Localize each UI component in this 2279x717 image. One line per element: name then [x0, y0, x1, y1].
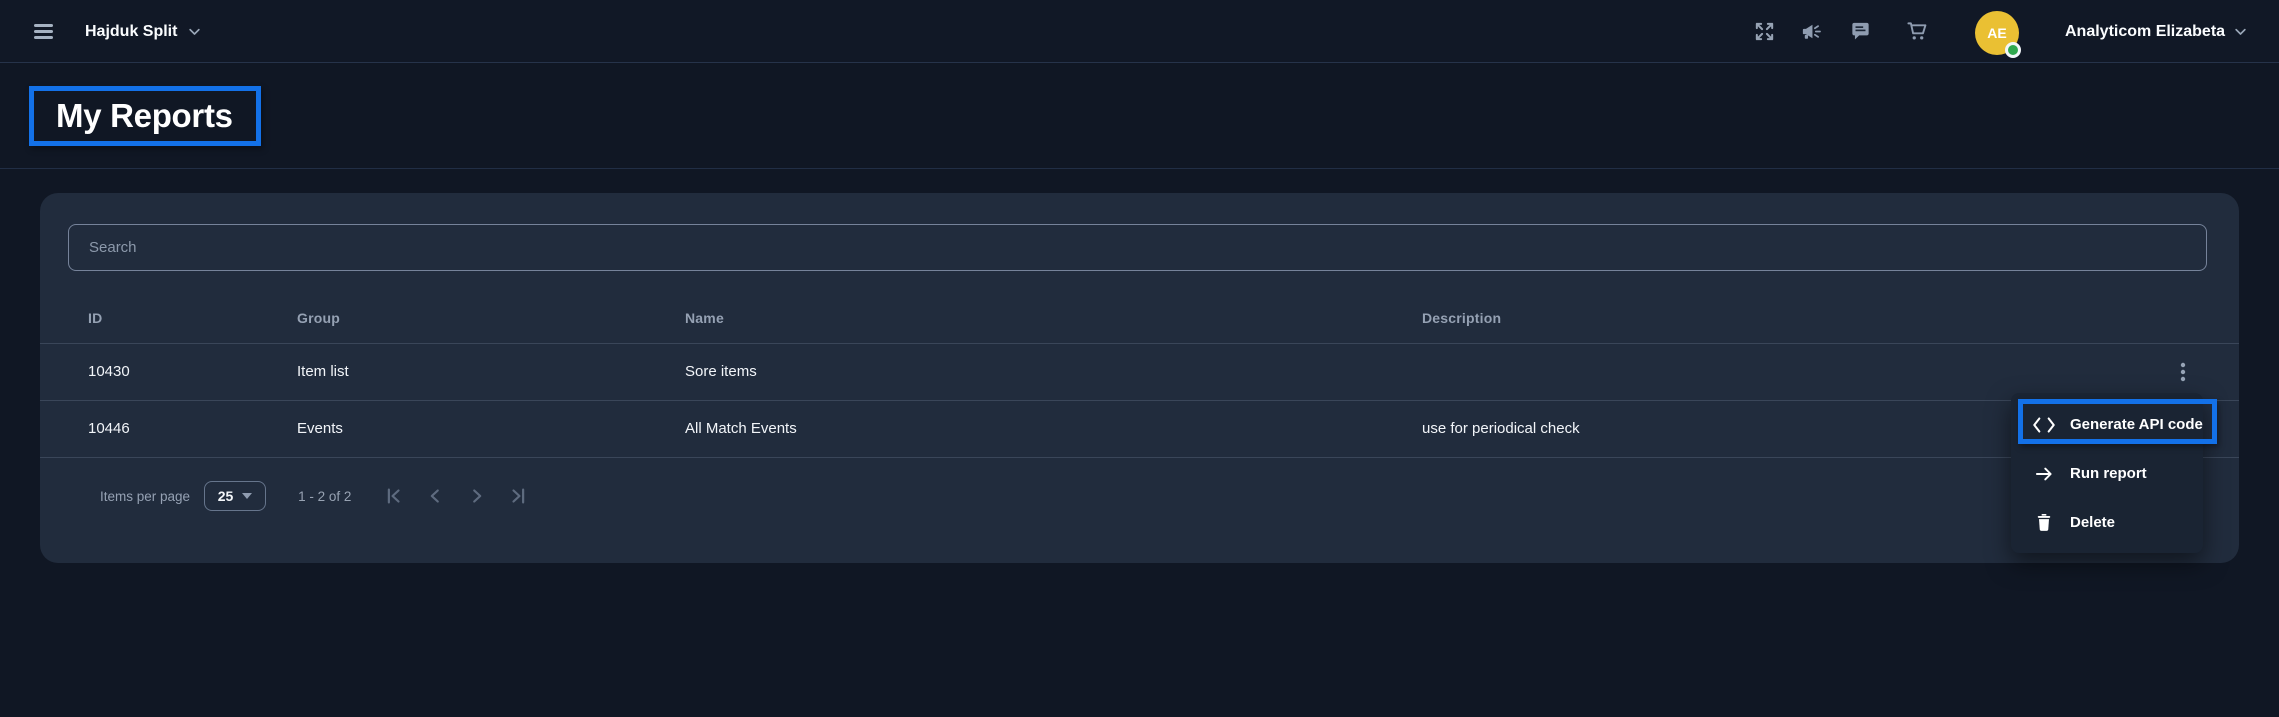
- chevron-down-icon: [187, 24, 202, 39]
- dropdown-triangle-icon: [242, 493, 252, 499]
- table-row[interactable]: 10446 Events All Match Events use for pe…: [40, 400, 2239, 457]
- first-page-button[interactable]: [381, 484, 405, 508]
- next-page-button[interactable]: [465, 484, 489, 508]
- topbar: Hajduk Split: [0, 0, 2279, 63]
- club-selector-label: Hajduk Split: [85, 23, 177, 41]
- row-context-menu: Generate API code Run report Delete: [2011, 393, 2203, 553]
- fullscreen-icon[interactable]: [1753, 20, 1776, 43]
- cell-id: 10446: [40, 400, 297, 457]
- cell-name: Sore items: [685, 343, 1422, 400]
- pagination-range: 1 - 2 of 2: [298, 489, 351, 504]
- cell-description: [1422, 343, 2127, 400]
- page-size-value: 25: [218, 488, 234, 504]
- megaphone-icon[interactable]: [1800, 20, 1823, 43]
- pagination-nav: [381, 484, 531, 508]
- table-header-row: ID Group Name Description: [40, 293, 2239, 343]
- cell-id: 10430: [40, 343, 297, 400]
- pagination: Items per page 25 1 - 2 of 2: [40, 470, 2239, 522]
- user-menu-label: Analyticom Elizabeta: [2065, 23, 2225, 41]
- topbar-right: AE Analyticom Elizabeta: [1748, 0, 2279, 63]
- table-row[interactable]: 10430 Item list Sore items: [40, 343, 2239, 400]
- header-divider: [0, 168, 2279, 169]
- cart-icon[interactable]: [1906, 20, 1929, 43]
- column-header-group: Group: [297, 293, 685, 343]
- previous-page-button[interactable]: [423, 484, 447, 508]
- search-input[interactable]: [68, 224, 2207, 271]
- last-page-button[interactable]: [507, 484, 531, 508]
- menu-item-delete[interactable]: Delete: [2011, 498, 2203, 547]
- arrow-right-icon: [2031, 462, 2057, 486]
- row-actions-kebab-icon[interactable]: [2166, 355, 2200, 389]
- page-size-select[interactable]: 25: [204, 481, 266, 511]
- chevron-down-icon: [2233, 24, 2248, 39]
- page-title: My Reports: [56, 97, 233, 135]
- column-header-description: Description: [1422, 293, 2127, 343]
- menu-item-run-report[interactable]: Run report: [2011, 449, 2203, 498]
- user-menu[interactable]: Analyticom Elizabeta: [2065, 0, 2248, 63]
- annotation-box-title: My Reports: [29, 86, 261, 146]
- code-icon: [2031, 413, 2057, 437]
- column-header-name: Name: [685, 293, 1422, 343]
- column-header-actions: [2127, 293, 2239, 343]
- reports-card: ID Group Name Description 10430 Item lis…: [40, 193, 2239, 563]
- reports-table: ID Group Name Description 10430 Item lis…: [40, 293, 2239, 458]
- app-screen: Hajduk Split: [0, 0, 2279, 717]
- cell-name: All Match Events: [685, 400, 1422, 457]
- club-selector[interactable]: Hajduk Split: [85, 0, 202, 63]
- chat-icon[interactable]: [1849, 20, 1872, 43]
- status-dot: [2005, 42, 2021, 58]
- cell-group: Item list: [297, 343, 685, 400]
- avatar-initials: AE: [1987, 25, 2006, 41]
- hamburger-menu-icon[interactable]: [34, 24, 53, 39]
- items-per-page-label: Items per page: [100, 489, 190, 504]
- avatar[interactable]: AE: [1975, 11, 2019, 55]
- menu-item-generate-api-code[interactable]: Generate API code: [2011, 400, 2203, 449]
- trash-icon: [2031, 511, 2057, 535]
- column-header-id: ID: [40, 293, 297, 343]
- cell-group: Events: [297, 400, 685, 457]
